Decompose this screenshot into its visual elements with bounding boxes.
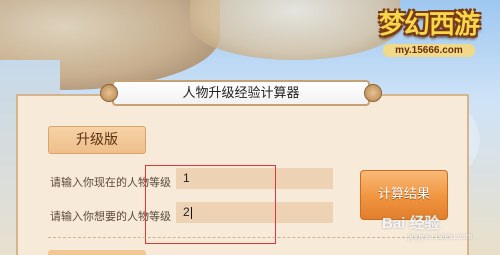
title-ornament-icon: [100, 84, 118, 102]
logo-title: 梦幻西游: [378, 10, 480, 40]
baidu-watermark: Bai 经验 jingyan.baidu.com: [382, 208, 500, 248]
page-title: 人物升级经验计算器: [182, 86, 300, 101]
title-ornament-icon: [364, 84, 382, 102]
watermark-subtext: jingyan.baidu.com: [408, 232, 473, 241]
calculator-title-bar: 人物升级经验计算器: [100, 80, 382, 106]
next-section-tab[interactable]: [48, 250, 146, 255]
version-tab[interactable]: 升级版: [48, 126, 146, 154]
logo-url: my.15666.com: [383, 44, 475, 57]
game-logo[interactable]: 梦幻西游 my.15666.com: [368, 8, 490, 66]
watermark-text: Bai 经验: [382, 215, 440, 232]
annotation-highlight-box: [145, 165, 276, 244]
